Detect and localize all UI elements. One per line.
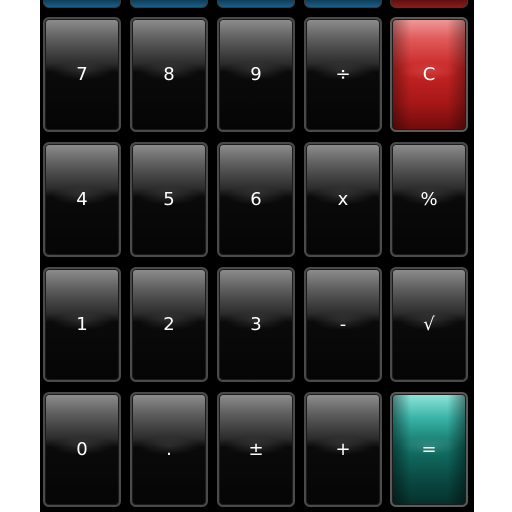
key-label: 4 xyxy=(76,189,88,210)
key-label: 9 xyxy=(250,64,262,85)
key-label: ± xyxy=(248,439,264,460)
key-five[interactable]: 5 xyxy=(130,142,208,257)
key-label: x xyxy=(337,189,349,210)
key-label: 0 xyxy=(76,439,88,460)
partial-key[interactable] xyxy=(130,0,208,8)
key-label: √ xyxy=(423,314,435,335)
key-label: 8 xyxy=(163,64,175,85)
key-eight[interactable]: 8 xyxy=(130,17,208,132)
key-one[interactable]: 1 xyxy=(43,267,121,382)
key-seven[interactable]: 7 xyxy=(43,17,121,132)
key-three[interactable]: 3 xyxy=(217,267,295,382)
partial-key[interactable] xyxy=(43,0,121,8)
key-percent[interactable]: % xyxy=(390,142,468,257)
key-label: 2 xyxy=(163,314,175,335)
key-label: 7 xyxy=(76,64,88,85)
key-label: 5 xyxy=(163,189,175,210)
key-label: 3 xyxy=(250,314,262,335)
partial-key[interactable] xyxy=(390,0,468,8)
key-multiply[interactable]: x xyxy=(304,142,382,257)
key-zero[interactable]: 0 xyxy=(43,392,121,507)
key-label: + xyxy=(335,439,351,460)
key-label: . xyxy=(166,439,172,460)
partial-key[interactable] xyxy=(304,0,382,8)
key-label: ÷ xyxy=(335,64,351,85)
key-square-root[interactable]: √ xyxy=(390,267,468,382)
key-label: 1 xyxy=(76,314,88,335)
key-label: = xyxy=(421,439,437,460)
key-label: 6 xyxy=(250,189,262,210)
key-six[interactable]: 6 xyxy=(217,142,295,257)
partial-top-row xyxy=(40,0,474,12)
key-nine[interactable]: 9 xyxy=(217,17,295,132)
key-equals[interactable]: = xyxy=(390,392,468,507)
key-add[interactable]: + xyxy=(304,392,382,507)
key-clear[interactable]: C xyxy=(390,17,468,132)
key-two[interactable]: 2 xyxy=(130,267,208,382)
calculator-panel: 7 8 9 ÷ C 4 5 6 x % 1 2 3 - √ 0 . ± + = xyxy=(40,0,474,512)
key-label: % xyxy=(420,189,438,210)
key-four[interactable]: 4 xyxy=(43,142,121,257)
key-plus-minus[interactable]: ± xyxy=(217,392,295,507)
key-label: - xyxy=(339,314,347,335)
key-subtract[interactable]: - xyxy=(304,267,382,382)
key-label: C xyxy=(422,64,436,85)
key-decimal[interactable]: . xyxy=(130,392,208,507)
key-divide[interactable]: ÷ xyxy=(304,17,382,132)
partial-key[interactable] xyxy=(217,0,295,8)
